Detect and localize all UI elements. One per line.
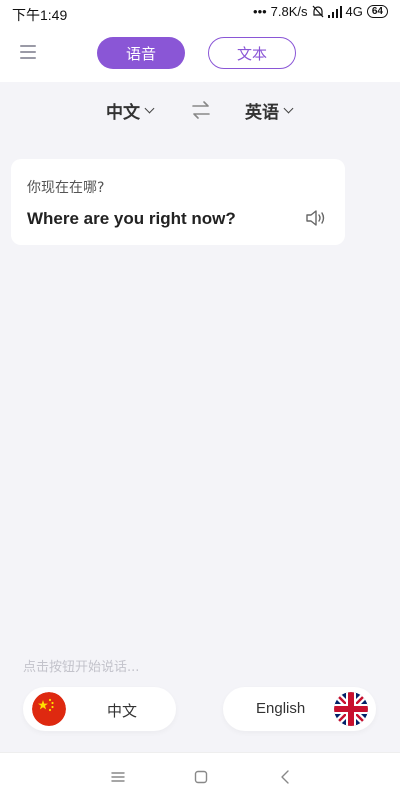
swap-arrows-icon[interactable]: [190, 100, 212, 120]
translation-card[interactable]: 你现在在哪? Where are you right now?: [11, 159, 345, 245]
english-button-label: English: [256, 700, 306, 717]
china-flag-icon: [32, 692, 66, 726]
chevron-down-icon: [144, 103, 155, 114]
speak-hint: 点击按钮开始说话...: [23, 660, 140, 675]
dots-icon: •••: [253, 4, 267, 19]
voice-mode-tab[interactable]: 语音: [97, 37, 185, 69]
top-bar: 语音 文本: [0, 26, 400, 82]
battery-icon: 64: [366, 5, 388, 18]
nav-back-icon[interactable]: [275, 767, 295, 787]
status-bar: 下午1:49 ••• 7.8K/s 4G 64: [0, 0, 400, 26]
chinese-button-label: 中文: [107, 702, 138, 720]
speaker-icon[interactable]: [305, 209, 327, 227]
translated-text: Where are you right now?: [27, 209, 236, 228]
network-speed: 7.8K/s: [270, 4, 308, 19]
language-selector: 中文 英语: [0, 92, 400, 128]
status-indicators: ••• 7.8K/s 4G 64: [253, 4, 388, 19]
chevron-down-icon: [283, 103, 294, 114]
hamburger-menu-icon[interactable]: [20, 45, 36, 59]
source-language-label: 中文: [106, 103, 140, 123]
nav-menu-icon[interactable]: [108, 767, 128, 787]
text-mode-tab[interactable]: 文本: [208, 37, 296, 69]
system-nav-bar: [0, 752, 400, 800]
network-type: 4G: [345, 4, 363, 19]
target-language-dropdown[interactable]: 英语: [245, 98, 294, 123]
uk-flag-icon: [334, 692, 368, 726]
nav-home-icon[interactable]: [191, 767, 211, 787]
source-language-dropdown[interactable]: 中文: [106, 98, 155, 123]
speak-chinese-button[interactable]: 中文: [23, 687, 176, 731]
target-language-label: 英语: [245, 103, 279, 123]
source-text: 你现在在哪?: [27, 180, 105, 196]
speak-english-button[interactable]: English: [223, 687, 376, 731]
status-time: 下午1:49: [12, 7, 68, 23]
bell-muted-icon: [312, 5, 323, 18]
signal-icon: [327, 5, 342, 18]
